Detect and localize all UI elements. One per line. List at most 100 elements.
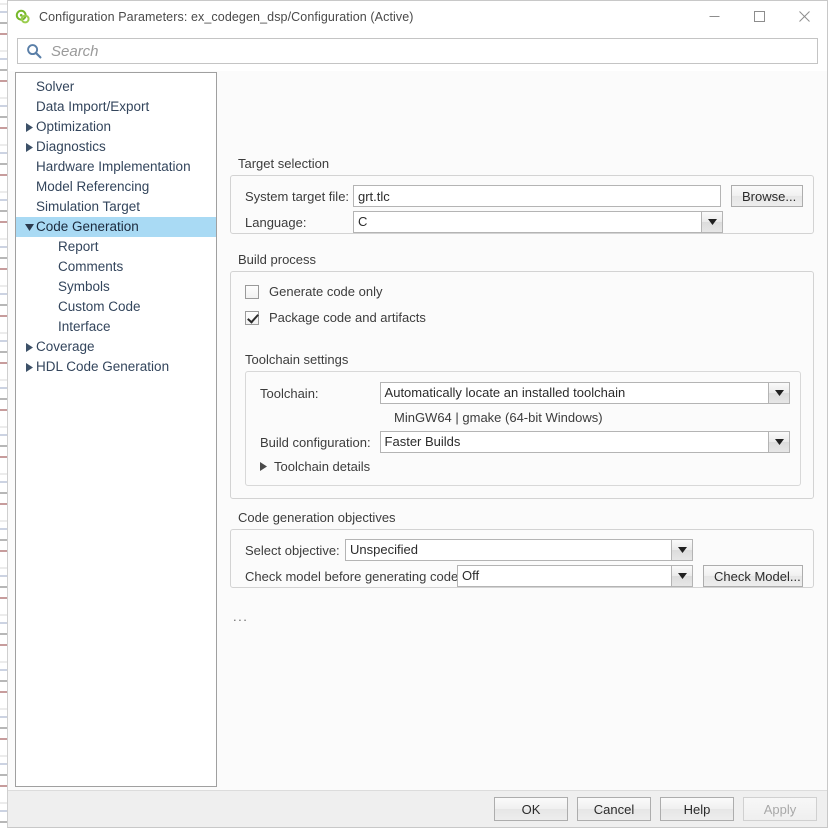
help-button[interactable]: Help: [660, 797, 734, 821]
checkbox-box: [245, 311, 259, 325]
select-objective-value: Unspecified: [345, 539, 671, 561]
sidebar-item-report[interactable]: Report: [16, 237, 216, 257]
build-configuration-row: Build configuration: Faster Builds: [260, 431, 790, 453]
tree-spacer: [44, 317, 58, 337]
maximize-icon: [754, 11, 765, 22]
chevron-down-icon: [671, 539, 693, 561]
check-model-value: Off: [457, 565, 671, 587]
check-model-label: Check model before generating code:: [245, 569, 457, 584]
ok-button[interactable]: OK: [494, 797, 568, 821]
search-icon: [26, 43, 42, 59]
sidebar-item-solver[interactable]: Solver: [16, 77, 216, 97]
toolchain-settings-group: Toolchain: Automatically locate an insta…: [245, 371, 801, 486]
tree-spacer: [44, 257, 58, 277]
tree-spacer: [44, 277, 58, 297]
cancel-button[interactable]: Cancel: [577, 797, 651, 821]
toolchain-info-text: MinGW64 | gmake (64-bit Windows): [394, 410, 603, 425]
check-model-row: Check model before generating code: Off …: [245, 565, 803, 587]
tree-spacer: [44, 297, 58, 317]
codegen-objectives-section: Code generation objectives Select object…: [230, 510, 814, 588]
check-model-combobox[interactable]: Off: [457, 565, 693, 587]
system-target-file-row: System target file: Browse...: [245, 185, 803, 207]
settings-tree-list: SolverData Import/ExportOptimizationDiag…: [16, 73, 216, 377]
sidebar-item-interface[interactable]: Interface: [16, 317, 216, 337]
sidebar-item-label: Interface: [58, 317, 111, 337]
chevron-down-icon: [768, 431, 790, 453]
maximize-button[interactable]: [737, 1, 782, 32]
search-bar: [8, 32, 827, 71]
sidebar-item-label: Code Generation: [36, 217, 139, 237]
build-configuration-value: Faster Builds: [380, 431, 768, 453]
package-code-checkbox[interactable]: Package code and artifacts: [245, 310, 426, 325]
chevron-down-icon: [768, 382, 790, 404]
sidebar-item-label: Report: [58, 237, 99, 257]
minimize-icon: [709, 11, 720, 22]
sidebar-item-data-import-export[interactable]: Data Import/Export: [16, 97, 216, 117]
codegen-objectives-group: Select objective: Unspecified Check mode…: [230, 529, 814, 588]
background-window-sliver: [0, 0, 7, 829]
browse-button[interactable]: Browse...: [731, 185, 803, 207]
build-process-section: Build process Generate code only Package…: [230, 252, 814, 499]
window-controls: [692, 1, 827, 32]
sidebar-item-label: Data Import/Export: [36, 97, 149, 117]
tree-spacer: [22, 157, 36, 177]
search-input[interactable]: [51, 43, 810, 60]
sidebar-item-coverage[interactable]: Coverage: [16, 337, 216, 357]
chevron-down-icon: [671, 565, 693, 587]
select-objective-combobox[interactable]: Unspecified: [345, 539, 693, 561]
system-target-file-input[interactable]: [353, 185, 721, 207]
window-title: Configuration Parameters: ex_codegen_dsp…: [39, 10, 414, 24]
title-bar: Configuration Parameters: ex_codegen_dsp…: [8, 1, 827, 32]
chevron-right-icon: [22, 137, 36, 157]
sidebar-item-label: Solver: [36, 77, 74, 97]
toolchain-combobox[interactable]: Automatically locate an installed toolch…: [380, 382, 790, 404]
toolchain-details-expander[interactable]: Toolchain details: [260, 459, 370, 474]
chevron-down-icon: [701, 211, 723, 233]
sidebar-item-label: Comments: [58, 257, 123, 277]
overflow-ellipsis[interactable]: ...: [233, 609, 248, 624]
sidebar-item-code-generation[interactable]: Code Generation: [16, 217, 216, 237]
sidebar-item-label: Diagnostics: [36, 137, 106, 157]
toolchain-value: Automatically locate an installed toolch…: [380, 382, 768, 404]
language-combobox[interactable]: C: [353, 211, 723, 233]
build-process-label: Build process: [238, 252, 814, 267]
dialog-frame: Configuration Parameters: ex_codegen_dsp…: [7, 0, 828, 828]
close-button[interactable]: [782, 1, 827, 32]
sidebar-item-simulation-target[interactable]: Simulation Target: [16, 197, 216, 217]
system-target-file-label: System target file:: [245, 189, 353, 204]
generate-code-only-checkbox[interactable]: Generate code only: [245, 284, 382, 299]
chevron-right-icon: [22, 117, 36, 137]
chevron-down-icon: [22, 217, 36, 237]
build-configuration-combobox[interactable]: Faster Builds: [380, 431, 790, 453]
sidebar-item-custom-code[interactable]: Custom Code: [16, 297, 216, 317]
check-model-button[interactable]: Check Model...: [703, 565, 803, 587]
sidebar-item-hardware-implementation[interactable]: Hardware Implementation: [16, 157, 216, 177]
select-objective-label: Select objective:: [245, 543, 345, 558]
sidebar-item-model-referencing[interactable]: Model Referencing: [16, 177, 216, 197]
dialog-footer: OK Cancel Help Apply: [8, 790, 827, 827]
search-box[interactable]: [17, 38, 818, 64]
sidebar-item-label: Coverage: [36, 337, 95, 357]
simulink-icon: [15, 9, 31, 25]
settings-tree[interactable]: SolverData Import/ExportOptimizationDiag…: [15, 72, 217, 787]
language-value: C: [353, 211, 701, 233]
tree-spacer: [44, 237, 58, 257]
sidebar-item-label: Symbols: [58, 277, 110, 297]
toolchain-details-label: Toolchain details: [274, 459, 370, 474]
minimize-button[interactable]: [692, 1, 737, 32]
sidebar-item-diagnostics[interactable]: Diagnostics: [16, 137, 216, 157]
tree-spacer: [22, 197, 36, 217]
select-objective-row: Select objective: Unspecified: [245, 539, 693, 561]
sidebar-item-comments[interactable]: Comments: [16, 257, 216, 277]
tree-spacer: [22, 77, 36, 97]
toolchain-label: Toolchain:: [260, 386, 380, 401]
build-process-group: Generate code only Package code and arti…: [230, 271, 814, 499]
sidebar-item-hdl-code-generation[interactable]: HDL Code Generation: [16, 357, 216, 377]
sidebar-item-label: Simulation Target: [36, 197, 140, 217]
target-selection-group: System target file: Browse... Language: …: [230, 175, 814, 234]
sidebar-item-symbols[interactable]: Symbols: [16, 277, 216, 297]
close-icon: [799, 11, 810, 22]
configuration-parameters-window: Configuration Parameters: ex_codegen_dsp…: [0, 0, 829, 829]
tree-spacer: [22, 177, 36, 197]
sidebar-item-optimization[interactable]: Optimization: [16, 117, 216, 137]
